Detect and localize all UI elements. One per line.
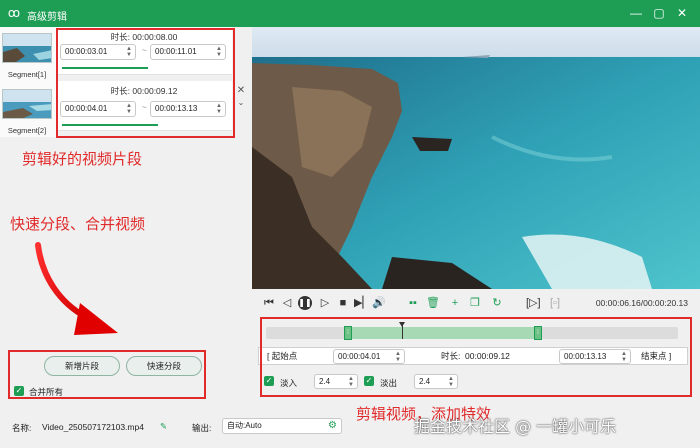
player-controls: ⏮ ◁ ❚❚ ▷ ■ ▶▏ 🔊 ▪▪ 🗑 + ❐ ↻ [▷] [▫] 00:00… (252, 289, 700, 317)
prev-frame-icon[interactable]: ◁ (280, 296, 294, 310)
add-segment-button[interactable]: 新增片段 (44, 356, 120, 376)
close-icon[interactable]: ✕ (674, 5, 690, 21)
annotation-split-merge: 快速分段、合并视频 (10, 215, 146, 233)
merge-all-label: 合并所有 (29, 387, 64, 397)
stop-icon[interactable]: ■ (336, 296, 350, 310)
highlight-box-editor (260, 317, 692, 397)
annotation-clips: 剪辑好的视频片段 (22, 150, 143, 168)
arrow-icon (35, 242, 118, 335)
window-title: 高级剪辑 (27, 12, 67, 23)
split-icon[interactable]: ▪▪ (406, 296, 420, 310)
gear-icon: ⚙ (328, 420, 337, 431)
refresh-icon[interactable]: ↻ (490, 296, 504, 310)
video-preview[interactable] (252, 27, 700, 289)
trim-editor: ⁞ ⁞ [ 起始点 00:00:04.01 ▲ ▼ 时长: 00:00:09.12 … (252, 317, 700, 399)
next-frame-icon[interactable]: ▷ (318, 296, 332, 310)
edit-name-icon[interactable]: ✎ (160, 421, 167, 432)
add-icon[interactable]: + (448, 296, 462, 310)
segment-thumbnail-1[interactable] (2, 33, 52, 63)
volume-icon[interactable]: 🔊 (372, 296, 386, 310)
copy-icon[interactable]: ❐ (468, 296, 482, 310)
output-select[interactable]: 自动:Auto ⚙ (222, 418, 342, 434)
mark-in-icon[interactable]: [▷] (526, 296, 541, 310)
segment-thumbnail-2[interactable] (2, 89, 52, 119)
timecode-display: 00:00:06.16/00:00:20.13 (595, 298, 688, 308)
quick-split-button[interactable]: 快速分段 (126, 356, 202, 376)
minimize-icon[interactable]: — (628, 5, 644, 21)
watermark: 掘金技术社区 @ 一罐小可乐 (414, 417, 617, 436)
title-bar: ꝏ 高级剪辑 — ▢ ✕ (0, 0, 700, 27)
chevron-down-icon[interactable]: ⌄ (236, 97, 246, 109)
segment-label-1: Segment[1] (7, 70, 47, 79)
delete-icon[interactable]: 🗑 (426, 296, 440, 310)
segment-label-2: Segment[2] (7, 126, 47, 135)
output-label: 输出: (192, 423, 212, 433)
pause-icon[interactable]: ❚❚ (298, 296, 312, 310)
go-start-icon[interactable]: ⏮ (262, 296, 276, 310)
highlight-box-clips (56, 28, 235, 138)
segment-panel: Segment[1] Segment[2] 时长: 00:00:08.00 00… (0, 27, 252, 407)
maximize-icon[interactable]: ▢ (651, 5, 667, 21)
close-icon[interactable]: ✕ (236, 85, 246, 97)
thumbnail-strip: Segment[1] Segment[2] (0, 27, 56, 137)
file-name: Video_250507172103.mp4 (42, 422, 144, 432)
step-end-icon[interactable]: ▶▏ (354, 296, 371, 310)
merge-all-checkbox[interactable]: ✓ (14, 386, 24, 396)
mark-out-icon[interactable]: [▫] (548, 296, 562, 310)
name-label: 名称: (12, 423, 32, 433)
app-logo-icon: ꝏ (7, 6, 21, 20)
footer-bar: 名称: Video_250507172103.mp4 ✎ 输出: 自动:Auto… (0, 405, 700, 448)
